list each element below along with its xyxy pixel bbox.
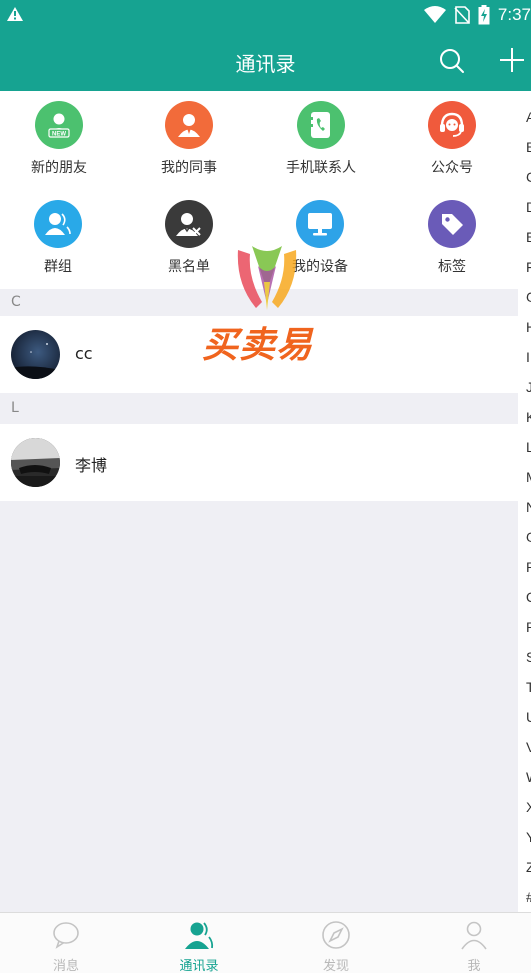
index-letter[interactable]: # xyxy=(526,889,531,905)
alphabet-index-bar[interactable]: ABCDEFGHIJKLMNOPQRSTUVWXYZ # xyxy=(518,91,531,912)
index-letter[interactable]: K xyxy=(526,409,531,425)
entry-label: 我的设备 xyxy=(292,259,348,275)
status-bar: 7:37 xyxy=(0,0,531,30)
entry-groups[interactable]: 群组 xyxy=(0,190,118,280)
entry-label: 我的同事 xyxy=(161,160,217,176)
blacklist-icon xyxy=(165,200,213,248)
index-letter[interactable]: B xyxy=(526,139,531,155)
index-letter[interactable]: J xyxy=(526,379,531,395)
status-time: 7:37 xyxy=(497,5,531,24)
section-header-l: L xyxy=(0,395,518,422)
search-icon[interactable] xyxy=(438,47,466,75)
index-letter[interactable]: C xyxy=(526,169,531,185)
no-sim-icon xyxy=(454,6,470,24)
new-friend-icon: NEW xyxy=(35,101,83,149)
index-letter[interactable]: U xyxy=(526,709,531,725)
avatar xyxy=(11,330,60,379)
contacts-icon xyxy=(185,922,214,949)
tag-icon xyxy=(428,200,476,248)
tab-label: 消息 xyxy=(52,959,79,973)
bottom-tab-bar: 消息 通讯录 发现 我 xyxy=(0,912,531,973)
tab-label: 我 xyxy=(467,959,481,973)
entry-official-accounts[interactable]: 公众号 xyxy=(392,91,512,181)
index-letter[interactable]: R xyxy=(526,619,531,635)
phone-contacts-icon xyxy=(297,101,345,149)
quick-entry-grid: NEW 新的朋友 我的同事 手机联系人 公众号 群组 黑名单 我的设备 标签 xyxy=(0,91,518,289)
battery-charging-icon xyxy=(478,5,490,25)
index-letter[interactable]: F xyxy=(526,259,531,275)
index-letter[interactable]: T xyxy=(526,679,531,695)
warning-icon xyxy=(7,7,23,21)
entry-blacklist[interactable]: 黑名单 xyxy=(129,190,249,280)
index-letter[interactable]: E xyxy=(526,229,531,245)
index-letter[interactable]: Q xyxy=(526,589,531,605)
entry-label: 黑名单 xyxy=(168,259,210,275)
entry-label: 手机联系人 xyxy=(286,160,356,176)
svg-text:NEW: NEW xyxy=(52,132,66,138)
index-letter[interactable]: L xyxy=(526,439,531,455)
tab-contacts[interactable]: 通讯录 xyxy=(133,913,265,973)
index-letter[interactable]: V xyxy=(526,739,531,755)
index-letter[interactable]: M xyxy=(526,469,531,485)
contact-row-cc[interactable]: cc xyxy=(0,316,518,393)
contact-name: 李博 xyxy=(75,456,108,475)
index-letter[interactable]: H xyxy=(526,319,531,335)
entry-tags[interactable]: 标签 xyxy=(392,190,512,280)
index-letter[interactable]: S xyxy=(526,649,531,665)
index-letter[interactable]: Z xyxy=(526,859,531,875)
avatar xyxy=(11,438,60,487)
entry-label: 群组 xyxy=(44,259,72,275)
entry-new-friends[interactable]: NEW 新的朋友 xyxy=(0,91,119,181)
index-letter[interactable]: A xyxy=(526,109,531,125)
compass-icon xyxy=(322,921,350,949)
entry-label: 公众号 xyxy=(431,160,473,176)
entry-phone-contacts[interactable]: 手机联系人 xyxy=(261,91,381,181)
contact-name: cc xyxy=(75,344,93,363)
index-letter[interactable]: I xyxy=(526,349,530,365)
index-letter[interactable]: O xyxy=(526,529,531,545)
title-bar: 通讯录 xyxy=(0,30,531,91)
wifi-icon xyxy=(423,6,446,23)
index-letter[interactable]: X xyxy=(526,799,531,815)
index-letter[interactable]: G xyxy=(526,289,531,305)
section-header-c: C xyxy=(0,289,518,316)
index-letter[interactable]: N xyxy=(526,499,531,515)
entry-my-devices[interactable]: 我的设备 xyxy=(260,190,380,280)
tab-label: 通讯录 xyxy=(179,959,219,973)
chat-bubble-icon xyxy=(53,922,79,949)
tab-messages[interactable]: 消息 xyxy=(0,913,132,973)
colleague-icon xyxy=(165,101,213,149)
entry-label: 新的朋友 xyxy=(31,160,87,176)
plus-icon[interactable] xyxy=(498,46,526,74)
entry-colleagues[interactable]: 我的同事 xyxy=(129,91,249,181)
user-icon xyxy=(461,921,487,950)
headset-icon xyxy=(428,101,476,149)
entry-label: 标签 xyxy=(438,259,466,275)
contact-row-libo[interactable]: 李博 xyxy=(0,424,518,501)
tab-discover[interactable]: 发现 xyxy=(270,913,402,973)
index-letter[interactable]: W xyxy=(526,769,531,785)
index-letter[interactable]: D xyxy=(526,199,531,215)
index-letter[interactable]: P xyxy=(526,559,531,575)
monitor-icon xyxy=(296,200,344,248)
index-letter[interactable]: Y xyxy=(526,829,531,845)
tab-label: 发现 xyxy=(322,959,349,973)
tab-me[interactable]: 我 xyxy=(408,913,531,973)
group-icon xyxy=(34,200,82,248)
